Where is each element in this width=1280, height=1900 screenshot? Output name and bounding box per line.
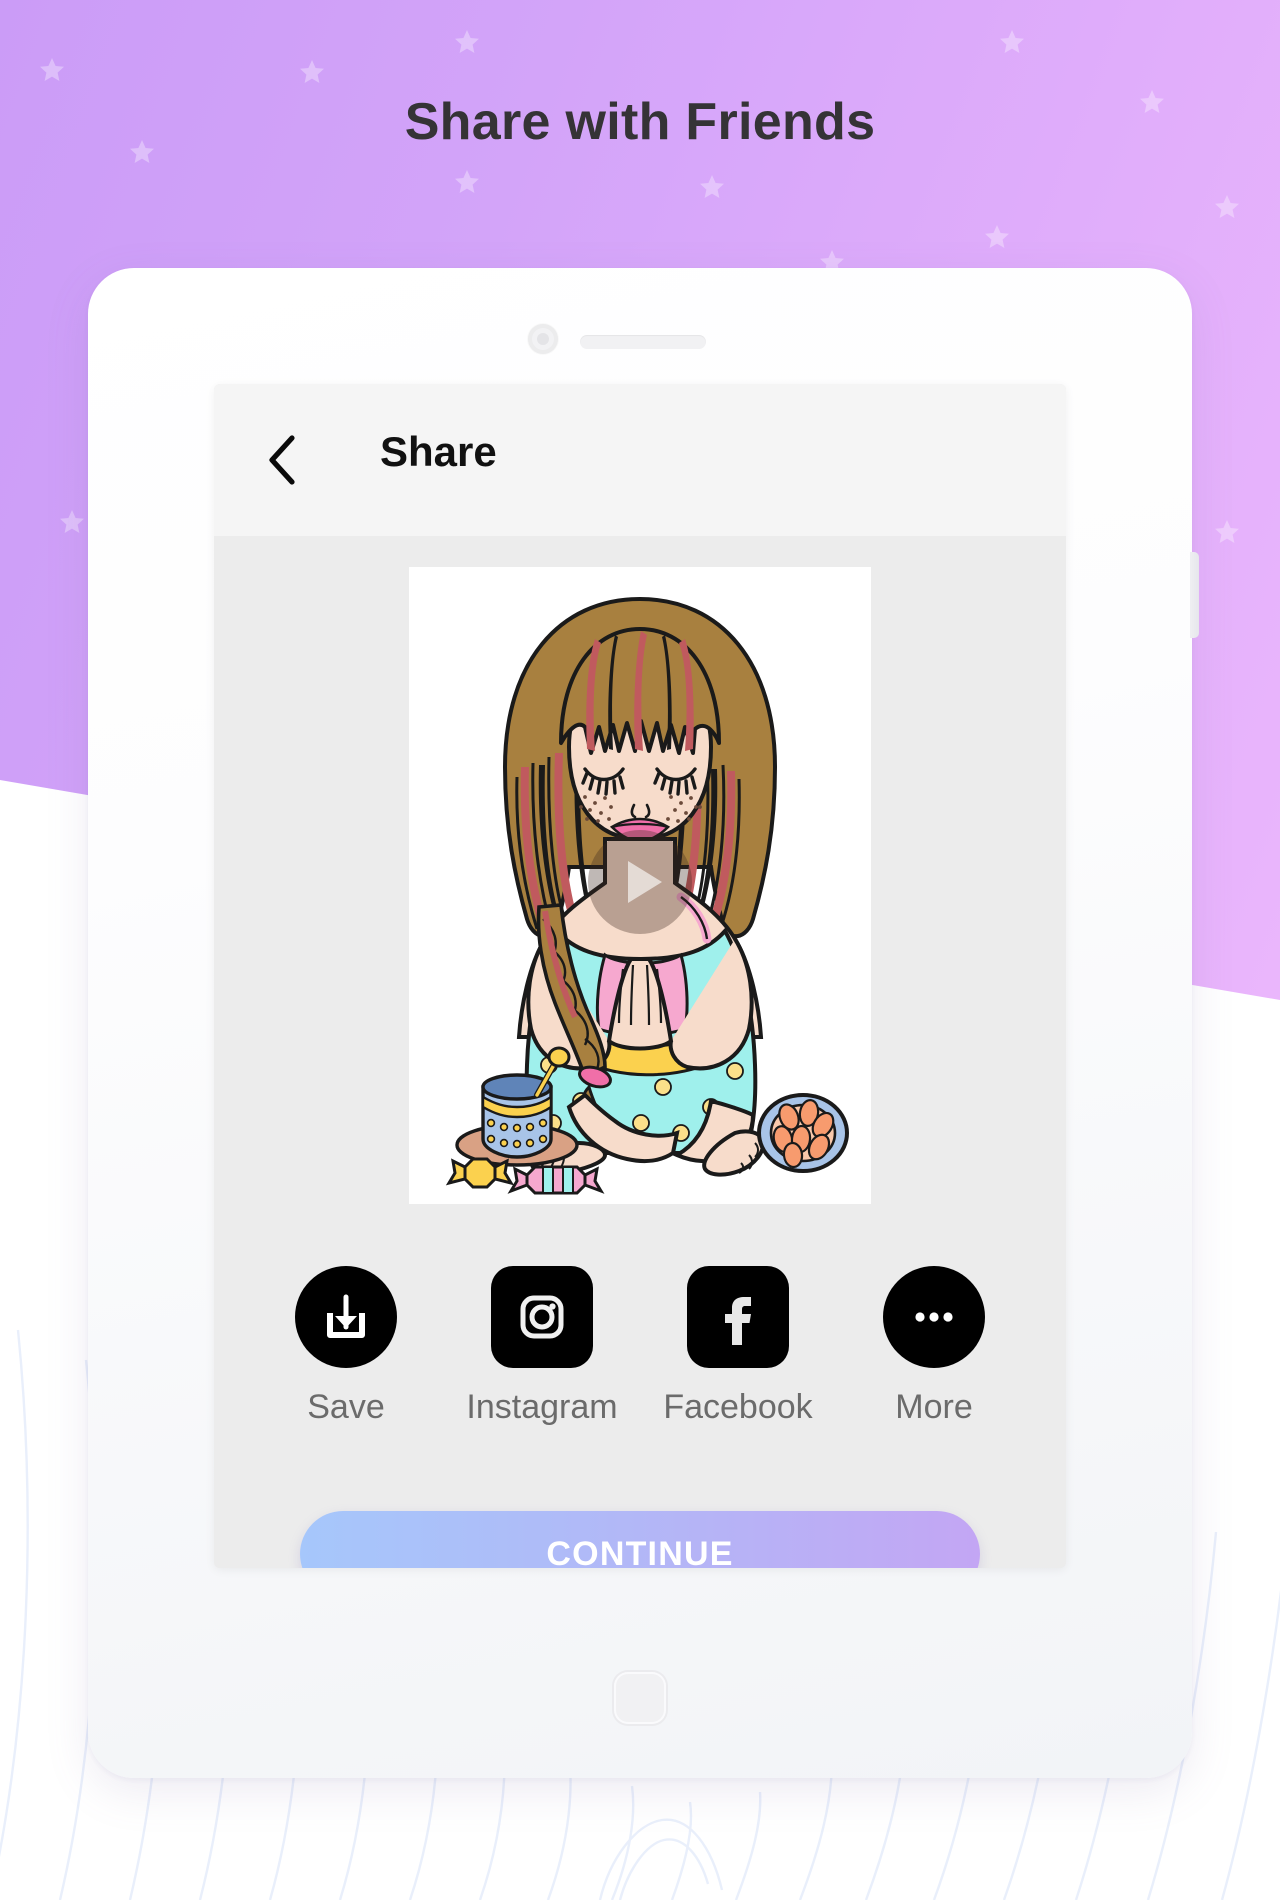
share-option-more[interactable]: More xyxy=(860,1266,1008,1427)
share-option-save[interactable]: Save xyxy=(272,1266,420,1427)
share-options-row: Save Instagram Facebook More xyxy=(214,1266,1066,1427)
instagram-icon xyxy=(491,1266,593,1368)
share-option-label: More xyxy=(895,1388,973,1426)
back-chevron-icon[interactable] xyxy=(264,434,300,486)
speaker-grille xyxy=(580,335,706,349)
continue-button-label: CONTINUE xyxy=(546,1534,734,1569)
play-triangle xyxy=(628,860,662,903)
continue-button[interactable]: CONTINUE xyxy=(300,1511,980,1568)
share-option-instagram[interactable]: Instagram xyxy=(466,1266,618,1427)
screenshot-root: Share with Friends Share Save Instagram … xyxy=(0,0,1280,1900)
device-screen: Share Save Instagram Facebook More CONTI… xyxy=(214,384,1066,1568)
play-icon[interactable] xyxy=(588,829,692,934)
share-option-facebook[interactable]: Facebook xyxy=(663,1266,813,1427)
more-dots-icon xyxy=(883,1266,985,1368)
share-option-label: Instagram xyxy=(466,1388,618,1426)
artwork-preview[interactable] xyxy=(409,567,871,1204)
app-bar-title: Share xyxy=(380,428,497,475)
home-button[interactable] xyxy=(614,1672,666,1724)
app-bar: Share xyxy=(214,384,1066,536)
share-option-label: Save xyxy=(307,1388,385,1426)
page-title: Share with Friends xyxy=(404,93,876,151)
tablet-frame: Share Save Instagram Facebook More CONTI… xyxy=(88,268,1199,1778)
screen-body: Save Instagram Facebook More CONTINUE xyxy=(214,536,1066,1568)
download-icon xyxy=(295,1266,397,1368)
camera-icon xyxy=(528,324,558,354)
facebook-icon xyxy=(687,1266,789,1368)
share-option-label: Facebook xyxy=(663,1388,813,1426)
tablet-side-button xyxy=(1190,552,1199,638)
